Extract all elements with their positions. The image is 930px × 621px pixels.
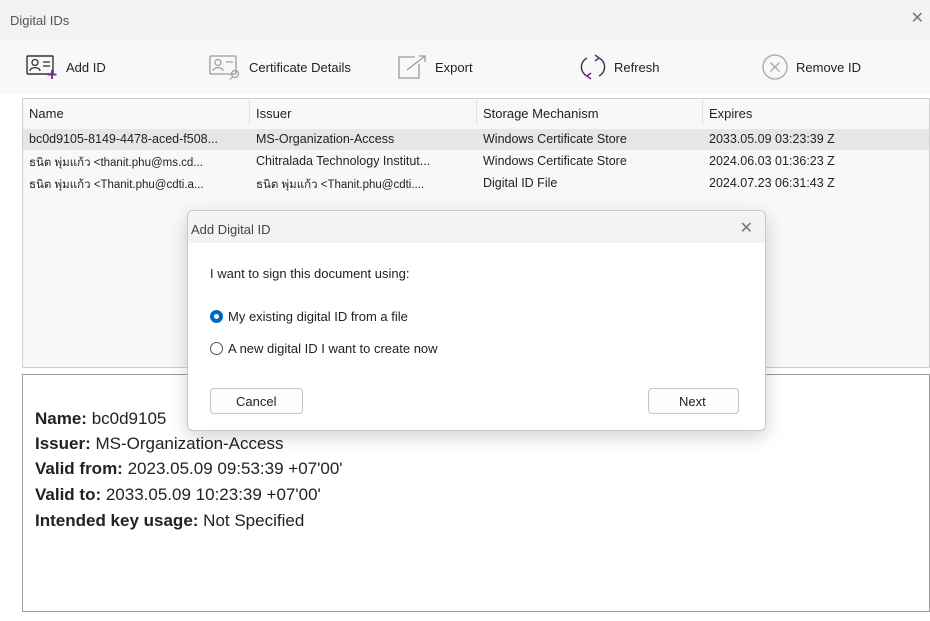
detail-valid-to-label: Valid to:	[35, 485, 102, 504]
cancel-button-label: Cancel	[236, 393, 277, 409]
column-header-name[interactable]: Name	[29, 106, 64, 121]
refresh-icon	[578, 53, 608, 81]
cell-storage: Windows Certificate Store	[483, 132, 627, 146]
cell-storage: Windows Certificate Store	[483, 154, 627, 168]
detail-name-label: Name:	[35, 409, 87, 428]
cell-expires: 2024.07.23 06:31:43 Z	[709, 176, 835, 190]
dialog-title: Add Digital ID	[191, 222, 271, 237]
remove-id-label: Remove ID	[796, 59, 862, 75]
certificate-details-button[interactable]: Certificate Details	[209, 52, 351, 82]
detail-key-usage-label: Intended key usage:	[35, 511, 199, 530]
cell-issuer: Chitralada Technology Institut...	[256, 154, 431, 168]
detail-key-usage-value: Not Specified	[198, 511, 305, 530]
dialog-title-bar: Add Digital ID ✕	[188, 211, 765, 243]
detail-issuer-label: Issuer:	[35, 434, 91, 453]
radio-selected-indicator[interactable]	[210, 309, 223, 323]
add-id-button[interactable]: Add ID	[26, 52, 106, 82]
refresh-button[interactable]: Refresh	[578, 52, 660, 82]
detail-valid-to-value: 2033.05.09 10:23:39 +07'00'	[101, 485, 321, 504]
radio-new-id-label: A new digital ID I want to create now	[228, 340, 438, 356]
digital-ids-window: Digital IDs ✕ Add ID Certificate Details…	[0, 0, 930, 621]
radio-unselected-indicator[interactable]	[210, 341, 223, 355]
dialog-close-icon[interactable]: ✕	[740, 218, 753, 238]
export-label: Export	[435, 59, 473, 75]
cancel-button[interactable]: Cancel	[210, 388, 303, 414]
add-id-icon	[26, 54, 60, 80]
detail-name-value: bc0d9105	[86, 409, 167, 428]
detail-valid-from-label: Valid from:	[35, 459, 123, 478]
export-icon	[395, 54, 429, 80]
column-header-expires[interactable]: Expires	[709, 106, 752, 121]
detail-valid-to: Valid to: 2033.05.09 10:23:39 +07'00'	[35, 485, 321, 505]
window-close-icon[interactable]: ✕	[911, 11, 924, 27]
remove-circle-icon	[760, 53, 790, 81]
table-row[interactable]: ธนิต พุ่มแก้ว <thanit.phu@ms.cd... Chitr…	[23, 151, 929, 172]
dialog-prompt: I want to sign this document using:	[210, 266, 410, 281]
cell-expires: 2033.05.09 03:23:39 Z	[709, 132, 835, 146]
next-button[interactable]: Next	[648, 388, 739, 414]
column-divider[interactable]	[476, 99, 477, 125]
cell-name: ธนิต พุ่มแก้ว <thanit.phu@ms.cd...	[29, 157, 203, 169]
cell-name: bc0d9105-8149-4478-aced-f508...	[29, 132, 219, 146]
cell-issuer: MS-Organization-Access	[256, 132, 395, 146]
radio-existing-id[interactable]: My existing digital ID from a file	[210, 307, 408, 325]
detail-valid-from-value: 2023.05.09 09:53:39 +07'00'	[122, 459, 343, 478]
cell-storage: Digital ID File	[483, 176, 558, 190]
window-title: Digital IDs	[10, 13, 70, 28]
remove-id-button[interactable]: Remove ID	[760, 52, 861, 82]
add-id-label: Add ID	[66, 59, 106, 75]
detail-issuer: Issuer: MS-Organization-Access	[35, 434, 283, 454]
table-row[interactable]: bc0d9105-8149-4478-aced-f508... MS-Organ…	[23, 129, 929, 150]
certificate-details-label: Certificate Details	[249, 59, 351, 75]
detail-name: Name: bc0d9105	[35, 409, 166, 429]
refresh-label: Refresh	[614, 59, 660, 75]
title-bar: Digital IDs ✕	[0, 0, 930, 41]
cell-expires: 2024.06.03 01:36:23 Z	[709, 154, 835, 168]
column-divider[interactable]	[702, 99, 703, 125]
cell-name: ธนิต พุ่มแก้ว <Thanit.phu@cdti.a...	[29, 179, 204, 191]
table-row[interactable]: ธนิต พุ่มแก้ว <Thanit.phu@cdti.a... ธนิต…	[23, 173, 929, 194]
radio-existing-id-label: My existing digital ID from a file	[228, 308, 408, 324]
radio-new-id[interactable]: A new digital ID I want to create now	[210, 339, 438, 357]
export-button[interactable]: Export	[395, 52, 473, 82]
cell-issuer: ธนิต พุ่มแก้ว <Thanit.phu@cdti....	[256, 179, 425, 191]
detail-valid-from: Valid from: 2023.05.09 09:53:39 +07'00'	[35, 459, 343, 479]
toolbar: Add ID Certificate Details Export Refres…	[0, 40, 930, 94]
certificate-details-icon	[209, 54, 243, 80]
detail-key-usage: Intended key usage: Not Specified	[35, 511, 304, 531]
column-divider[interactable]	[249, 99, 250, 125]
detail-issuer-value: MS-Organization-Access	[90, 434, 284, 453]
next-button-label: Next	[679, 393, 706, 409]
column-header-storage[interactable]: Storage Mechanism	[483, 106, 599, 121]
add-digital-id-dialog: Add Digital ID ✕ I want to sign this doc…	[187, 210, 766, 431]
column-header-issuer[interactable]: Issuer	[256, 106, 291, 121]
